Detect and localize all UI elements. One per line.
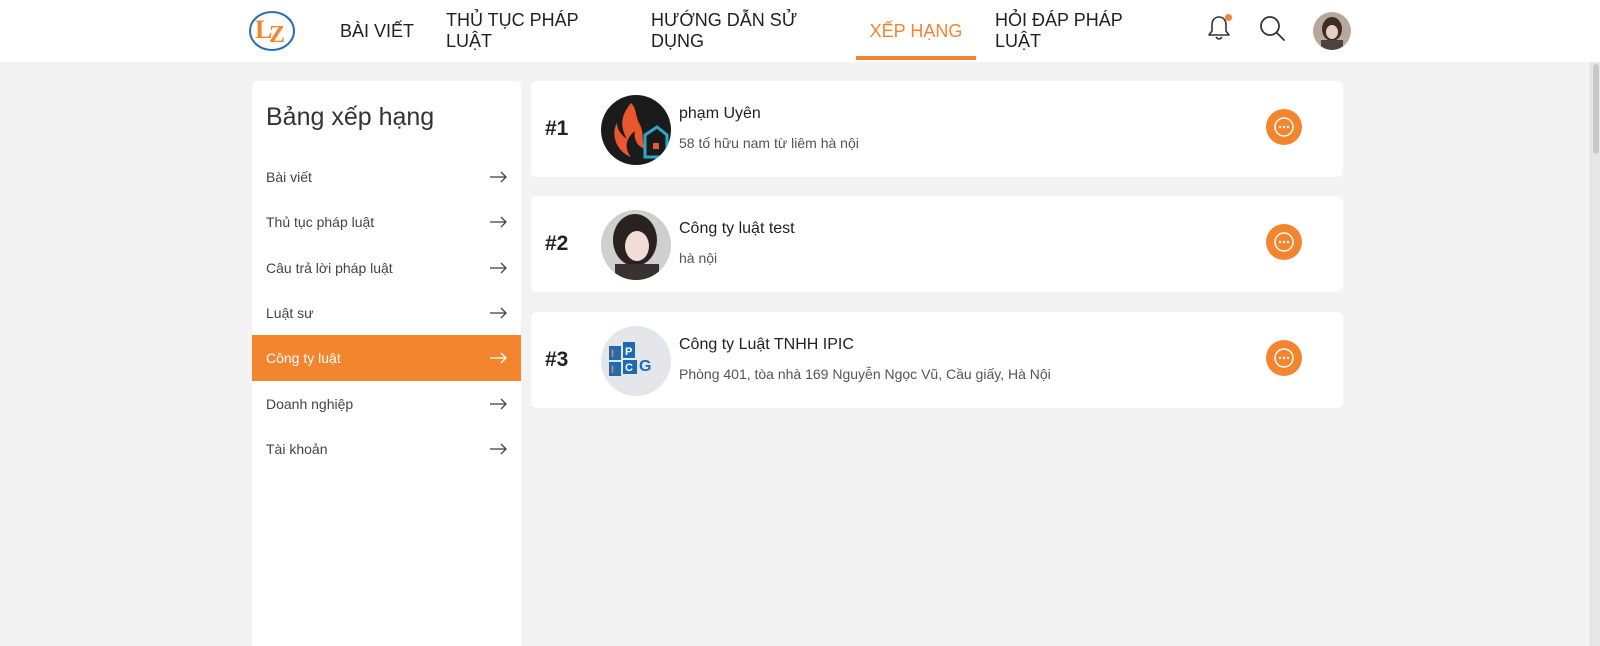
sidebar-title: Bảng xếp hạng: [266, 103, 435, 131]
company-name[interactable]: Công ty luật test: [679, 220, 795, 238]
site-logo[interactable]: L Z: [247, 6, 297, 54]
svg-text:I: I: [611, 348, 614, 360]
sidebar-item-doanh-nghiep[interactable]: Doanh nghiệp: [252, 381, 521, 427]
arrow-right-icon: [490, 216, 507, 228]
chat-bubble-icon: [1274, 117, 1294, 137]
page-scrollbar[interactable]: [1590, 62, 1600, 646]
sidebar-item-luat-su[interactable]: Luật sư: [252, 290, 521, 336]
company-avatar[interactable]: I P I C G: [601, 326, 671, 396]
company-name[interactable]: Công ty Luật TNHH IPIC: [679, 336, 854, 354]
sidebar-item-cau-tra-loi-phap-luat[interactable]: Câu trả lời pháp luật: [252, 245, 521, 291]
chat-button[interactable]: [1266, 340, 1302, 376]
sidebar-item-label: Bài viết: [266, 169, 312, 185]
company-address: Phòng 401, tòa nhà 169 Nguyễn Ngọc Vũ, C…: [679, 366, 1051, 382]
rank-number: #3: [545, 348, 569, 371]
rank-number: #2: [545, 232, 569, 255]
company-name[interactable]: phạm Uyên: [679, 105, 761, 123]
sidebar-item-cong-ty-luat[interactable]: Công ty luật: [252, 335, 521, 381]
nav-huong-dan-su-dung[interactable]: HƯỚNG DẪN SỬ DỤNG: [651, 0, 841, 62]
sidebar-item-label: Câu trả lời pháp luật: [266, 260, 393, 276]
svg-text:Z: Z: [269, 22, 285, 48]
chat-button[interactable]: [1266, 224, 1302, 260]
chat-button[interactable]: [1266, 109, 1302, 145]
sidebar-item-label: Công ty luật: [266, 350, 341, 366]
search-button[interactable]: [1254, 12, 1290, 48]
ranking-card[interactable]: #2 Công ty luật test hà nội: [531, 196, 1343, 292]
sidebar-item-bai-viet[interactable]: Bài viết: [252, 154, 521, 200]
notification-dot: [1225, 14, 1232, 21]
svg-text:C: C: [625, 362, 633, 374]
arrow-right-icon: [490, 352, 507, 364]
sidebar-item-label: Doanh nghiệp: [266, 396, 354, 412]
company-address: 58 tố hữu nam từ liêm hà nội: [679, 135, 859, 151]
svg-text:G: G: [639, 358, 651, 375]
nav-bai-viet[interactable]: BÀI VIẾT: [335, 0, 419, 62]
arrow-right-icon: [490, 262, 507, 274]
sidebar-item-thu-tuc-phap-luat[interactable]: Thủ tục pháp luật: [252, 199, 521, 245]
svg-text:I: I: [611, 364, 614, 376]
nav-xep-hang[interactable]: XẾP HẠNG: [856, 0, 976, 62]
company-avatar[interactable]: [601, 210, 671, 280]
user-avatar[interactable]: [1313, 12, 1351, 50]
top-header: L Z BÀI VIẾT THỦ TỤC PHÁP LUẬT HƯỚNG DẪN…: [0, 0, 1600, 62]
sidebar-item-label: Thủ tục pháp luật: [266, 214, 375, 230]
nav-hoi-dap-phap-luat[interactable]: HỎI ĐÁP PHÁP LUẬT: [995, 0, 1163, 62]
notification-button[interactable]: [1201, 12, 1237, 48]
ranking-card[interactable]: #3 I P I C G Công ty Luật TNHH IPIC Phòn…: [531, 312, 1343, 408]
nav-thu-tuc-phap-luat[interactable]: THỦ TỤC PHÁP LUẬT: [446, 0, 622, 62]
ranking-sidebar: Bảng xếp hạng Bài viết Thủ tục pháp luật…: [252, 81, 521, 646]
svg-text:P: P: [625, 346, 632, 358]
ranking-card[interactable]: #1 phạm Uyên 58 tố hữu nam từ liêm hà nộ…: [531, 81, 1343, 177]
arrow-right-icon: [490, 398, 507, 410]
chat-bubble-icon: [1274, 232, 1294, 252]
company-avatar[interactable]: [601, 95, 671, 165]
search-icon: [1258, 14, 1286, 47]
sidebar-item-label: Tài khoản: [266, 441, 328, 457]
scrollbar-thumb[interactable]: [1593, 64, 1599, 154]
sidebar-item-tai-khoan[interactable]: Tài khoản: [252, 426, 521, 472]
rank-number: #1: [545, 117, 569, 140]
company-address: hà nội: [679, 250, 718, 266]
arrow-right-icon: [490, 307, 507, 319]
chat-bubble-icon: [1274, 348, 1294, 368]
arrow-right-icon: [490, 443, 507, 455]
arrow-right-icon: [490, 171, 507, 183]
sidebar-item-label: Luật sư: [266, 305, 314, 321]
